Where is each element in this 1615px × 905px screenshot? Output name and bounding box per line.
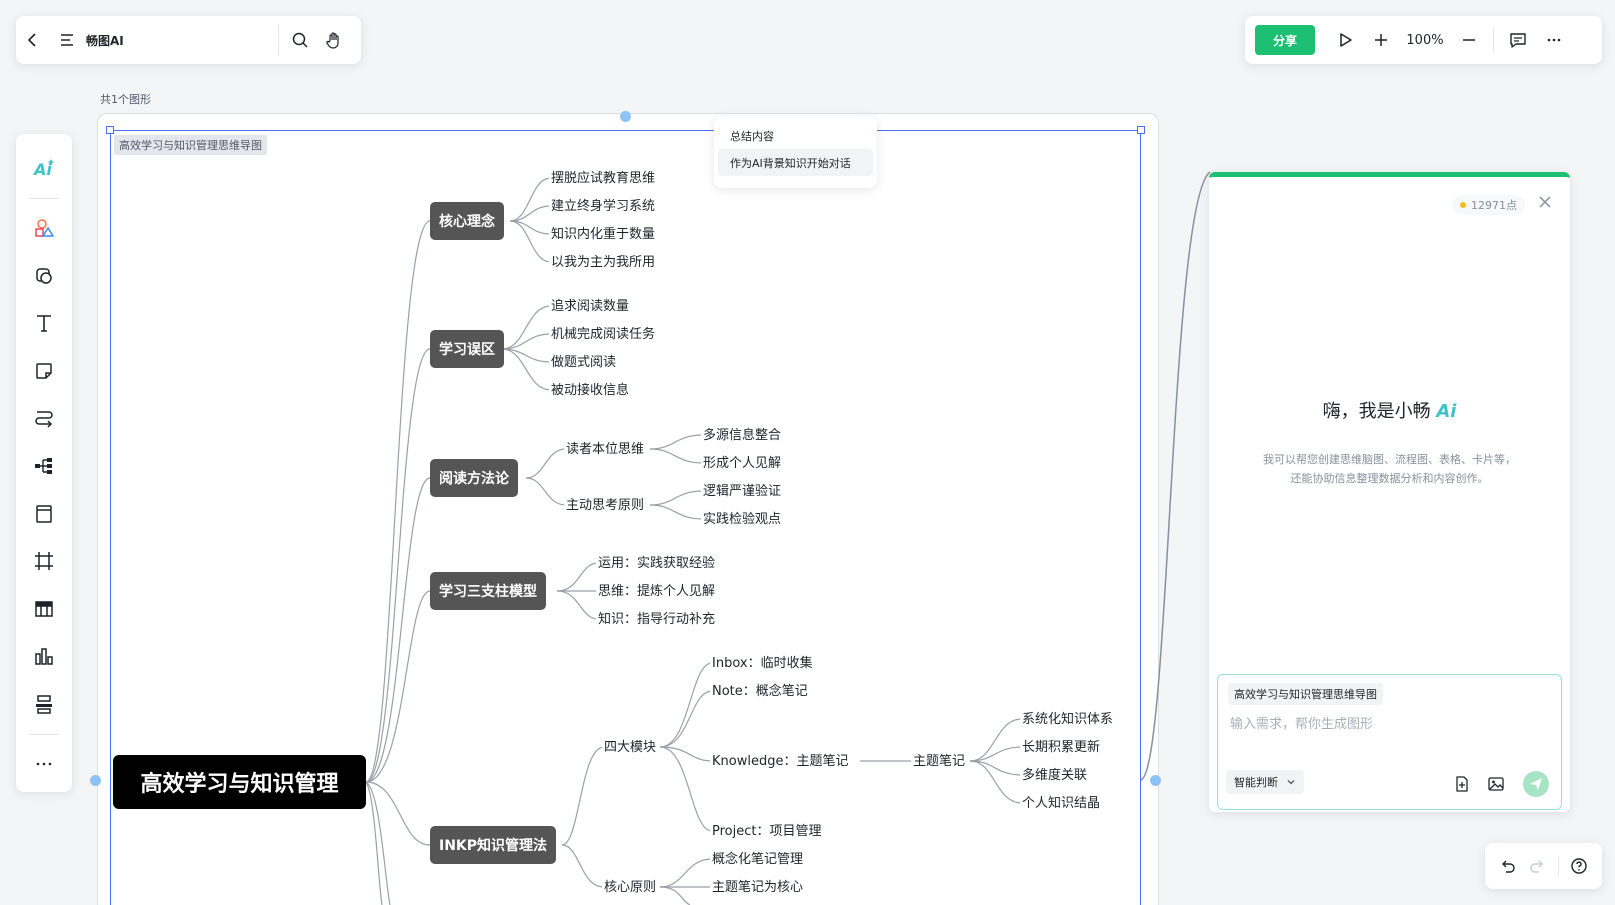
leaf-node[interactable]: 概念化笔记管理 <box>710 851 806 869</box>
leaf-node[interactable]: 逻辑严谨验证 <box>701 483 784 501</box>
history-bar <box>1485 843 1602 889</box>
chevron-down-icon <box>1287 780 1295 785</box>
leaf-node[interactable]: 长期积累更新 <box>1020 739 1103 757</box>
ai-description: 我可以帮您创建思维脑图、流程图、表格、卡片等， 还能协助信息整理数据分析和内容创… <box>1239 450 1540 488</box>
leaf-node[interactable]: 追求阅读数量 <box>549 298 632 316</box>
branch-node[interactable]: 核心理念 <box>430 202 504 240</box>
help-icon[interactable] <box>1565 851 1594 881</box>
rotate-handle[interactable] <box>620 111 631 122</box>
leaf-node[interactable]: 机械完成阅读任务 <box>549 326 658 344</box>
context-chip[interactable]: 高效学习与知识管理思维导图 <box>1228 683 1383 705</box>
points-badge: 12971点 <box>1452 195 1525 215</box>
send-icon <box>1530 778 1542 790</box>
ai-logo-text: Ai <box>1436 401 1457 422</box>
connect-point-left[interactable] <box>90 775 101 786</box>
leaf-node[interactable]: 系统化知识体系 <box>1020 711 1116 729</box>
leaf-node[interactable]: 知识：指导行动补充 <box>596 611 718 629</box>
leaf-node[interactable]: Project：项目管理 <box>710 823 824 841</box>
mode-select[interactable]: 智能判断 <box>1226 770 1304 794</box>
coin-icon <box>1460 202 1466 208</box>
points-value: 12971点 <box>1471 199 1517 212</box>
redo-icon[interactable] <box>1522 851 1551 881</box>
leaf-node[interactable]: 形成个人见解 <box>701 455 784 473</box>
ai-greeting: 嗨，我是小畅 Ai <box>1209 397 1570 423</box>
leaf-node[interactable]: 做题式阅读 <box>549 354 619 372</box>
sub-node[interactable]: 四大模块 <box>602 739 659 757</box>
connect-point-right[interactable] <box>1150 775 1161 786</box>
image-upload-icon[interactable] <box>1484 772 1508 796</box>
add-file-icon[interactable] <box>1450 772 1474 796</box>
ai-prompt-input[interactable] <box>1230 717 1550 732</box>
ai-assistant-panel: 12971点 嗨，我是小畅 Ai 我可以帮您创建思维脑图、流程图、表格、卡片等，… <box>1209 172 1570 812</box>
branch-node[interactable]: 学习误区 <box>430 330 504 368</box>
leaf-node[interactable]: 个人知识结晶 <box>1020 795 1103 813</box>
leaf-node[interactable]: 多源信息整合 <box>701 427 784 445</box>
close-icon[interactable] <box>1534 191 1556 213</box>
leaf-node[interactable]: 知识内化重于数量 <box>549 226 658 244</box>
greeting-text: 嗨，我是小畅 <box>1322 401 1431 422</box>
mode-label: 智能判断 <box>1234 776 1278 789</box>
leaf-node[interactable]: 建立终身学习系统 <box>549 198 658 216</box>
leaf-node[interactable]: 思维：提炼个人见解 <box>596 583 718 601</box>
leaf-node[interactable]: Inbox：临时收集 <box>710 655 815 673</box>
resize-handle[interactable] <box>106 126 114 134</box>
leaf-node[interactable]: 运用：实践获取经验 <box>596 555 718 573</box>
desc-line: 还能协助信息整理数据分析和内容创作。 <box>1290 472 1489 485</box>
branch-node[interactable]: 阅读方法论 <box>430 459 518 497</box>
map-title-tag: 高效学习与知识管理思维导图 <box>114 135 267 155</box>
leaf-node[interactable]: 摆脱应试教育思维 <box>549 170 658 188</box>
desc-line: 我可以帮您创建思维脑图、流程图、表格、卡片等， <box>1263 453 1516 466</box>
leaf-node[interactable]: 实践检验观点 <box>701 511 784 529</box>
divider <box>1557 856 1559 876</box>
summarize-menu-item[interactable]: 总结内容 <box>718 122 873 149</box>
send-button[interactable] <box>1523 771 1549 797</box>
sub-node[interactable]: 主动思考原则 <box>564 497 647 515</box>
mindmap-root[interactable]: 高效学习与知识管理 <box>113 755 366 809</box>
context-popup: 总结内容 作为AI背景知识开始对话 <box>714 116 877 188</box>
leaf-node[interactable]: Knowledge：主题笔记 <box>710 753 851 771</box>
sub-node[interactable]: 读者本位思维 <box>564 441 647 459</box>
undo-icon[interactable] <box>1493 851 1522 881</box>
leaf-node[interactable]: Note：概念笔记 <box>710 683 810 701</box>
sub-node[interactable]: 核心原则 <box>602 879 659 897</box>
ai-context-menu-item[interactable]: 作为AI背景知识开始对话 <box>718 149 873 176</box>
leaf-node[interactable]: 多维度关联 <box>1020 767 1090 785</box>
resize-handle[interactable] <box>1137 126 1145 134</box>
ai-input-box: 高效学习与知识管理思维导图 智能判断 <box>1217 674 1562 810</box>
leaf-node[interactable]: 主题笔记为核心 <box>710 879 806 897</box>
sub-node[interactable]: 主题笔记 <box>911 753 968 771</box>
branch-node[interactable]: 学习三支柱模型 <box>430 572 546 610</box>
leaf-node[interactable]: 以我为主为我所用 <box>549 254 658 272</box>
branch-node[interactable]: INKP知识管理法 <box>430 826 557 864</box>
leaf-node[interactable]: 被动接收信息 <box>549 382 632 400</box>
